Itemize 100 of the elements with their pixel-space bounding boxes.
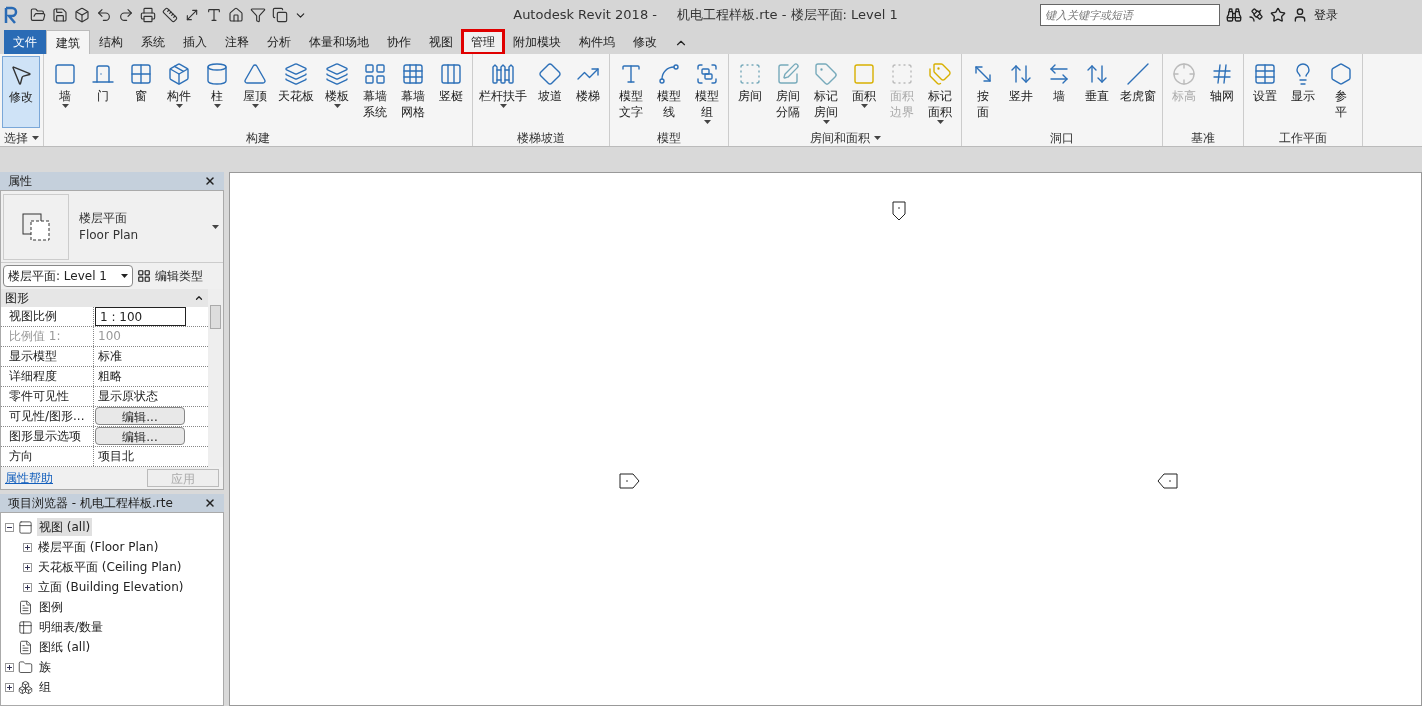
house-icon[interactable] — [228, 7, 244, 23]
ribbon-tool[interactable]: 房间 分隔 — [769, 56, 807, 128]
ribbon-tab[interactable]: 结构 — [90, 30, 132, 54]
property-button[interactable]: 编辑... — [95, 407, 185, 425]
expand-icon[interactable] — [5, 662, 14, 672]
close-icon[interactable] — [204, 175, 216, 187]
ribbon-tool[interactable]: 柱 — [198, 56, 236, 128]
collapse-icon[interactable] — [194, 293, 204, 303]
caret-icon — [251, 104, 259, 108]
ribbon-tab[interactable]: 附加模块 — [504, 30, 570, 54]
tree-item[interactable]: 明细表/数量 — [37, 618, 106, 636]
box-icon[interactable] — [74, 7, 90, 23]
tree-item[interactable]: 天花板平面 (Ceiling Plan) — [36, 558, 184, 576]
help-link[interactable]: 属性帮助 — [5, 469, 53, 487]
ribbon-tool[interactable]: 面积 — [845, 56, 883, 128]
ribbon-tool[interactable]: 天花板 — [274, 56, 318, 128]
save-icon[interactable] — [52, 7, 68, 23]
tree-item[interactable]: 图例 — [37, 598, 65, 616]
star-icon[interactable] — [1270, 7, 1286, 23]
ribbon-tool[interactable]: 老虎窗 — [1116, 56, 1160, 128]
ribbon-tab[interactable]: 分析 — [258, 30, 300, 54]
ribbon-tool[interactable]: 按 面 — [964, 56, 1002, 128]
panel-title: 构建 — [245, 129, 271, 146]
ribbon-tab[interactable]: 修改 — [624, 30, 666, 54]
ribbon-tool[interactable]: 参 平 — [1322, 56, 1360, 128]
open-icon[interactable] — [30, 7, 46, 23]
ribbon-tab[interactable]: 注释 — [216, 30, 258, 54]
ribbon-tool[interactable]: 栏杆扶手 — [475, 56, 531, 128]
ribbon-tool[interactable]: 修改 — [2, 56, 40, 128]
property-name: 可见性/图形... — [1, 407, 94, 426]
caret-icon — [333, 104, 341, 108]
ribbon-tool[interactable]: 标记 房间 — [807, 56, 845, 128]
tree-item[interactable]: 组 — [37, 678, 53, 696]
ribbon-tab[interactable]: 体量和场地 — [300, 30, 378, 54]
ribbon-tab[interactable]: 建筑 — [46, 30, 90, 54]
property-input[interactable]: 1 : 100 — [95, 307, 186, 326]
print-icon[interactable] — [140, 7, 156, 23]
ribbon-tab[interactable]: 管理 — [462, 30, 504, 54]
type-selector[interactable]: 楼层平面 Floor Plan — [1, 191, 223, 263]
ribbon-tool[interactable]: 窗 — [122, 56, 160, 128]
ribbon-tab[interactable]: 插入 — [174, 30, 216, 54]
copy-icon[interactable] — [272, 7, 288, 23]
ribbon-tool[interactable]: 竖梃 — [432, 56, 470, 128]
panel-title[interactable]: 房间和面积 — [729, 129, 961, 146]
caret-icon — [121, 274, 128, 278]
group-header[interactable]: 图形 — [1, 289, 208, 307]
expand-icon[interactable] — [23, 562, 32, 572]
ribbon-tool[interactable]: 楼梯 — [569, 56, 607, 128]
ribbon-tool[interactable]: 屋顶 — [236, 56, 274, 128]
tree-item[interactable]: 楼层平面 (Floor Plan) — [36, 538, 161, 556]
ribbon-tool[interactable]: 幕墙 网格 — [394, 56, 432, 128]
ribbon-tab[interactable]: 视图 — [420, 30, 462, 54]
ribbon-tool[interactable]: 垂直 — [1078, 56, 1116, 128]
file-tab[interactable]: 文件 — [4, 30, 46, 54]
ribbon-tool[interactable]: 轴网 — [1203, 56, 1241, 128]
tree-item[interactable]: 族 — [37, 658, 53, 676]
expand-icon[interactable] — [23, 582, 32, 592]
binoculars-icon[interactable] — [1226, 7, 1242, 23]
caret-icon — [822, 120, 830, 124]
ribbon-tool[interactable]: 模型 组 — [688, 56, 726, 128]
redo-icon[interactable] — [118, 7, 134, 23]
ribbon-tab[interactable]: 协作 — [378, 30, 420, 54]
collapse-icon[interactable] — [5, 522, 14, 532]
satellite-icon[interactable] — [1248, 7, 1264, 23]
panel-title[interactable]: 选择 — [0, 129, 43, 146]
tree-item[interactable]: 图纸 (all) — [37, 638, 93, 656]
expand-icon[interactable] — [5, 682, 14, 692]
text-icon[interactable] — [206, 7, 222, 23]
ribbon-tool[interactable]: 模型 线 — [650, 56, 688, 128]
sign-in-link[interactable]: 登录 — [1314, 6, 1338, 24]
ribbon-tool[interactable]: 标记 面积 — [921, 56, 959, 128]
undo-icon[interactable] — [96, 7, 112, 23]
expand-icon[interactable] — [23, 542, 32, 552]
filter-icon[interactable] — [250, 7, 266, 23]
ribbon-tool[interactable]: 房间 — [731, 56, 769, 128]
caret-icon — [860, 104, 868, 108]
close-icon[interactable] — [204, 497, 216, 509]
ribbon-tool[interactable]: 设置 — [1246, 56, 1284, 128]
ribbon-tool[interactable]: 门 — [84, 56, 122, 128]
property-button[interactable]: 编辑... — [95, 427, 185, 445]
tree-item[interactable]: 视图 (all) — [37, 518, 93, 536]
user-icon[interactable] — [1292, 7, 1308, 23]
ribbon-tool[interactable]: 墙 — [46, 56, 84, 128]
ribbon-tool[interactable]: 楼板 — [318, 56, 356, 128]
ruler-icon[interactable] — [162, 7, 178, 23]
ribbon-tool[interactable]: 构件 — [160, 56, 198, 128]
edit-type-button[interactable]: 编辑类型 — [155, 267, 203, 285]
search-field[interactable]: 键入关键字或短语 — [1040, 4, 1220, 26]
ribbon-tool[interactable]: 幕墙 系统 — [356, 56, 394, 128]
ribbon-tool[interactable]: 模型 文字 — [612, 56, 650, 128]
ribbon-tab[interactable]: 构件坞 — [570, 30, 624, 54]
ribbon-tool[interactable]: 墙 — [1040, 56, 1078, 128]
ribbon-tool[interactable]: 竖井 — [1002, 56, 1040, 128]
instance-dropdown[interactable]: 楼层平面: Level 1 — [3, 265, 133, 287]
ribbon-tool[interactable]: 坡道 — [531, 56, 569, 128]
floor-plan-icon — [21, 211, 51, 242]
tree-item[interactable]: 立面 (Building Elevation) — [36, 578, 186, 596]
ribbon-tab[interactable]: 系统 — [132, 30, 174, 54]
caret-icon — [499, 104, 507, 108]
ribbon-tool[interactable]: 显示 — [1284, 56, 1322, 128]
